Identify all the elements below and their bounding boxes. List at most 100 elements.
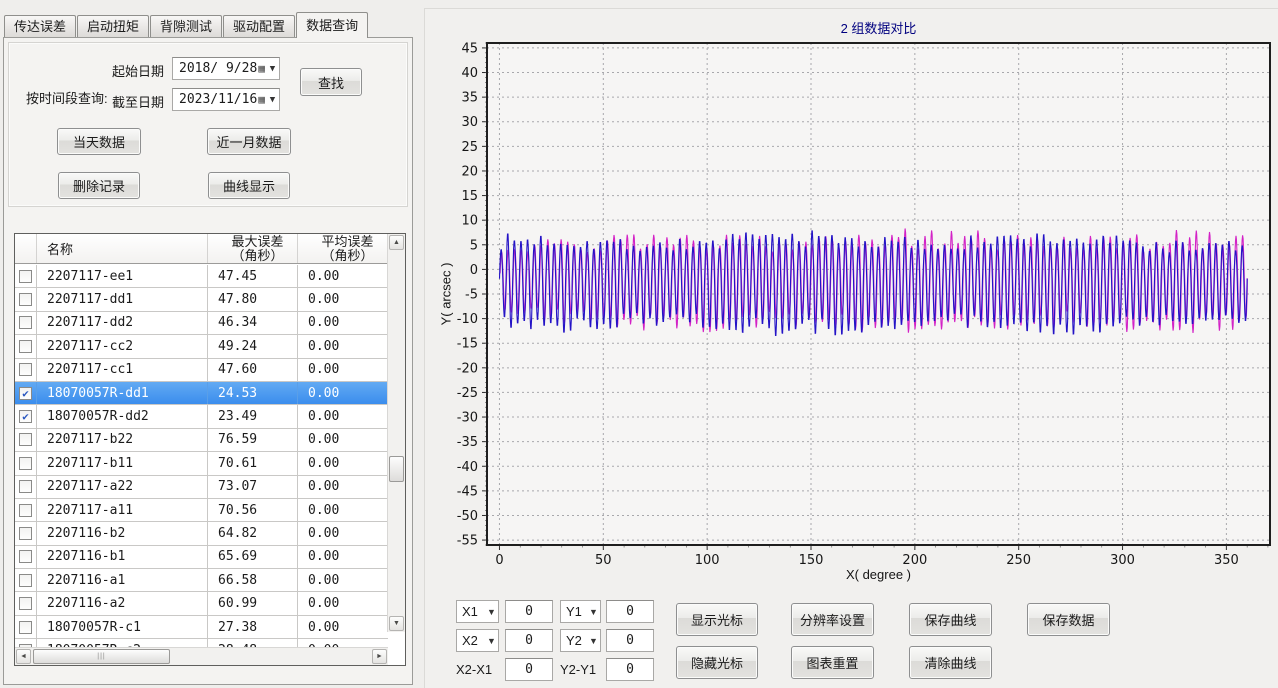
y-tick-label: 45	[461, 41, 478, 56]
y-tick-label: 25	[461, 140, 478, 155]
y-tick-label: -10	[457, 312, 478, 327]
row-max-error: 47.80	[208, 288, 298, 310]
chevron-down-icon[interactable]: ▼	[485, 607, 498, 617]
x1-value-field[interactable]: 0	[505, 600, 553, 623]
checkbox-icon[interactable]	[19, 363, 32, 376]
table-row[interactable]: 2207117-cc249.240.00	[15, 335, 388, 358]
checkbox-icon[interactable]	[19, 574, 32, 587]
y-tick-label: 15	[461, 189, 478, 204]
table-row[interactable]: ✔18070057R-dd124.530.00	[15, 382, 388, 405]
checkbox-icon[interactable]	[19, 597, 32, 610]
header-max-error[interactable]: 最大误差 （角秒）	[208, 234, 298, 263]
row-checkbox-cell	[15, 546, 37, 568]
horizontal-scroll-thumb[interactable]: |||	[33, 649, 170, 664]
checkbox-icon[interactable]	[19, 621, 32, 634]
table-row[interactable]: 2207116-a260.990.00	[15, 592, 388, 615]
table-row[interactable]: 18070057R-c127.380.00	[15, 616, 388, 639]
vertical-scroll-thumb[interactable]	[389, 456, 404, 482]
table-row[interactable]: 2207117-dd147.800.00	[15, 288, 388, 311]
x-tick-label: 150	[799, 553, 824, 568]
table-row[interactable]: 2207117-b1170.610.00	[15, 452, 388, 475]
row-max-error: 73.07	[208, 476, 298, 498]
clear-curve-button[interactable]: 清除曲线	[909, 646, 992, 679]
row-name: 18070057R-dd1	[37, 382, 208, 404]
chevron-down-icon[interactable]: ▼	[587, 636, 600, 646]
table-row[interactable]: 2207116-b165.690.00	[15, 546, 388, 569]
tab-item-2[interactable]: 启动扭矩	[77, 15, 149, 37]
table-row[interactable]: 2207117-b2276.590.00	[15, 429, 388, 452]
table-row[interactable]: 2207117-a1170.560.00	[15, 499, 388, 522]
calendar-icon[interactable]: ▦	[258, 62, 265, 75]
table-row[interactable]: ✔18070057R-dd223.490.00	[15, 405, 388, 428]
checkbox-icon[interactable]	[19, 270, 32, 283]
show-cursor-button[interactable]: 显示光标	[676, 603, 758, 636]
chart-reset-button[interactable]: 图表重置	[791, 646, 874, 679]
scroll-down-icon[interactable]: ▼	[389, 616, 404, 631]
checkbox-icon[interactable]	[19, 293, 32, 306]
tab-item-1[interactable]: 传达误差	[4, 15, 76, 37]
x-tick-label: 250	[1006, 553, 1031, 568]
checkbox-icon[interactable]	[19, 433, 32, 446]
save-data-button[interactable]: 保存数据	[1027, 603, 1110, 636]
header-avg-error[interactable]: 平均误差 （角秒）	[298, 234, 388, 263]
y2-cursor-select[interactable]: Y2 ▼	[560, 629, 601, 652]
row-checkbox-cell	[15, 499, 37, 521]
checkbox-icon[interactable]	[19, 457, 32, 470]
checkbox-icon[interactable]	[19, 480, 32, 493]
today-data-button[interactable]: 当天数据	[57, 128, 141, 155]
row-checkbox-cell	[15, 569, 37, 591]
scroll-left-icon[interactable]: ◄	[16, 649, 31, 664]
checkbox-checked-icon[interactable]: ✔	[19, 387, 32, 400]
y1-value-field[interactable]: 0	[606, 600, 654, 623]
resolution-settings-button[interactable]: 分辨率设置	[791, 603, 874, 636]
x2-cursor-select[interactable]: X2 ▼	[456, 629, 499, 652]
calendar-icon[interactable]: ▦	[258, 93, 265, 106]
chevron-down-icon[interactable]: ▼	[587, 607, 600, 617]
table-row[interactable]: 2207116-a166.580.00	[15, 569, 388, 592]
save-curve-button[interactable]: 保存曲线	[909, 603, 992, 636]
curve-display-button[interactable]: 曲线显示	[208, 172, 290, 199]
table-row[interactable]: 2207117-cc147.600.00	[15, 359, 388, 382]
row-max-error: 49.24	[208, 335, 298, 357]
scroll-up-icon[interactable]: ▲	[389, 235, 404, 250]
table-row[interactable]: 2207117-a2273.070.00	[15, 476, 388, 499]
dropdown-arrow-icon[interactable]: ▼	[266, 64, 279, 74]
x1-cursor-select[interactable]: X1 ▼	[456, 600, 499, 623]
hide-cursor-button[interactable]: 隐藏光标	[676, 646, 758, 679]
y-tick-label: -15	[457, 337, 478, 352]
x2-value-field[interactable]: 0	[505, 629, 553, 652]
checkbox-icon[interactable]	[19, 340, 32, 353]
row-name: 2207116-a2	[37, 592, 208, 614]
checkbox-icon[interactable]	[19, 550, 32, 563]
search-button[interactable]: 查找	[300, 68, 362, 96]
tab-item-4[interactable]: 驱动配置	[223, 15, 295, 37]
y1-cursor-select[interactable]: Y1 ▼	[560, 600, 601, 623]
last-month-data-button[interactable]: 近一月数据	[207, 128, 291, 155]
checkbox-icon[interactable]	[19, 504, 32, 517]
dy-label: Y2-Y1	[560, 662, 596, 677]
x-tick-label: 350	[1214, 553, 1239, 568]
table-row[interactable]: 2207117-ee147.450.00	[15, 265, 388, 288]
checkbox-checked-icon[interactable]: ✔	[19, 410, 32, 423]
table-row[interactable]: 2207116-b264.820.00	[15, 522, 388, 545]
row-avg-error: 0.00	[298, 405, 388, 427]
end-date-field[interactable]: 2023/11/16 ▦ ▼	[172, 88, 280, 111]
dx-value: 0	[506, 662, 552, 677]
y2-value-field[interactable]: 0	[606, 629, 654, 652]
chart-plot[interactable]: 454035302520151050-5-10-15-20-25-30-35-4…	[430, 0, 1278, 592]
vertical-scrollbar[interactable]: ▲ ▼	[387, 234, 405, 632]
tab-item-5[interactable]: 数据查询	[296, 12, 368, 38]
scroll-right-icon[interactable]: ►	[372, 649, 387, 664]
checkbox-icon[interactable]	[19, 527, 32, 540]
horizontal-scrollbar[interactable]: ◄ ||| ►	[15, 647, 388, 665]
dropdown-arrow-icon[interactable]: ▼	[266, 95, 279, 105]
y-tick-label: -5	[465, 288, 478, 303]
checkbox-icon[interactable]	[19, 316, 32, 329]
tab-item-3[interactable]: 背隙测试	[150, 15, 222, 37]
chevron-down-icon[interactable]: ▼	[485, 636, 498, 646]
delete-record-button[interactable]: 删除记录	[58, 172, 140, 199]
header-name[interactable]: 名称	[37, 234, 208, 263]
dy-value-field: 0	[606, 658, 654, 681]
table-row[interactable]: 2207117-dd246.340.00	[15, 312, 388, 335]
start-date-field[interactable]: 2018/ 9/28 ▦ ▼	[172, 57, 280, 80]
